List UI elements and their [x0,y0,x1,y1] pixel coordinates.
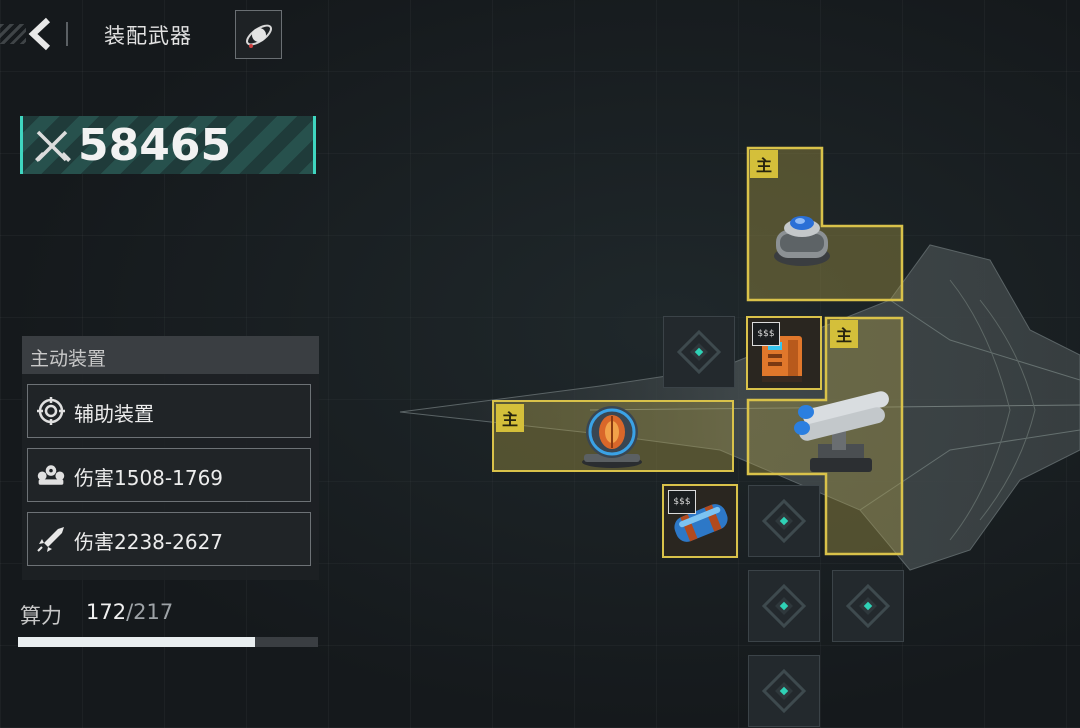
active-device-drones[interactable]: 伤害1508-1769 [27,448,311,502]
sub-slot-badge: $$$ [668,490,696,514]
main-slot-badge: 主 [750,150,778,178]
twin-missile-launcher-icon [794,391,889,472]
drone-swarm-icon [37,465,65,485]
compute-progress-bar [18,637,318,647]
back-button[interactable] [20,14,60,54]
header-bar: 装配武器 [0,0,300,62]
combat-power-value: 58465 [78,120,232,171]
equipped-blue-canister[interactable]: $$$ [662,484,738,558]
chevron-left-icon [28,17,51,51]
empty-slot-diamond-icon [761,668,807,714]
active-device-label: 伤害2238-2627 [74,530,224,554]
empty-slot-diamond-icon [676,329,722,375]
planet-orbit-icon [245,24,272,48]
empty-equipment-slot[interactable] [748,570,820,642]
planet-orbit-button[interactable] [235,10,282,59]
missile-icon [37,527,64,552]
empty-slot-diamond-icon [761,583,807,629]
target-reticle-icon [37,397,65,425]
compute-current: 172 [86,600,127,624]
crossed-swords-icon [35,130,71,162]
page-title: 装配武器 [104,24,192,48]
active-device-support[interactable]: 辅助装置 [27,384,311,438]
empty-slot-diamond-icon [845,583,891,629]
compute-max: 217 [133,600,174,624]
empty-equipment-slot[interactable] [663,316,735,388]
equipped-energy-core[interactable]: 主 [492,400,734,472]
equipped-orange-module[interactable]: $$$ [746,316,822,390]
empty-equipment-slot[interactable] [748,655,820,727]
sub-slot-badge: $$$ [752,322,780,346]
combat-power-display: 58465 [20,116,316,174]
active-device-label: 辅助装置 [74,402,154,426]
active-device-label: 伤害1508-1769 [74,466,224,490]
active-device-missile[interactable]: 伤害2238-2627 [27,512,311,566]
shield-generator-icon [774,216,830,266]
main-slot-badge: 主 [830,320,858,348]
energy-core-icon [582,406,642,468]
equipped-shield-generator[interactable]: 主 [746,146,904,302]
active-devices-header: 主动装置 [22,336,319,374]
main-slot-badge: 主 [496,404,524,432]
compute-label: 算力 [20,604,62,628]
active-devices-panel: 主动装置 辅助装置 伤害1508-1769 伤害2238-2627 [22,336,319,580]
empty-equipment-slot[interactable] [832,570,904,642]
header-divider [66,22,68,46]
active-devices-title: 主动装置 [30,348,107,370]
compute-value: 172/217 [86,600,173,624]
compute-progress-fill [18,637,255,647]
